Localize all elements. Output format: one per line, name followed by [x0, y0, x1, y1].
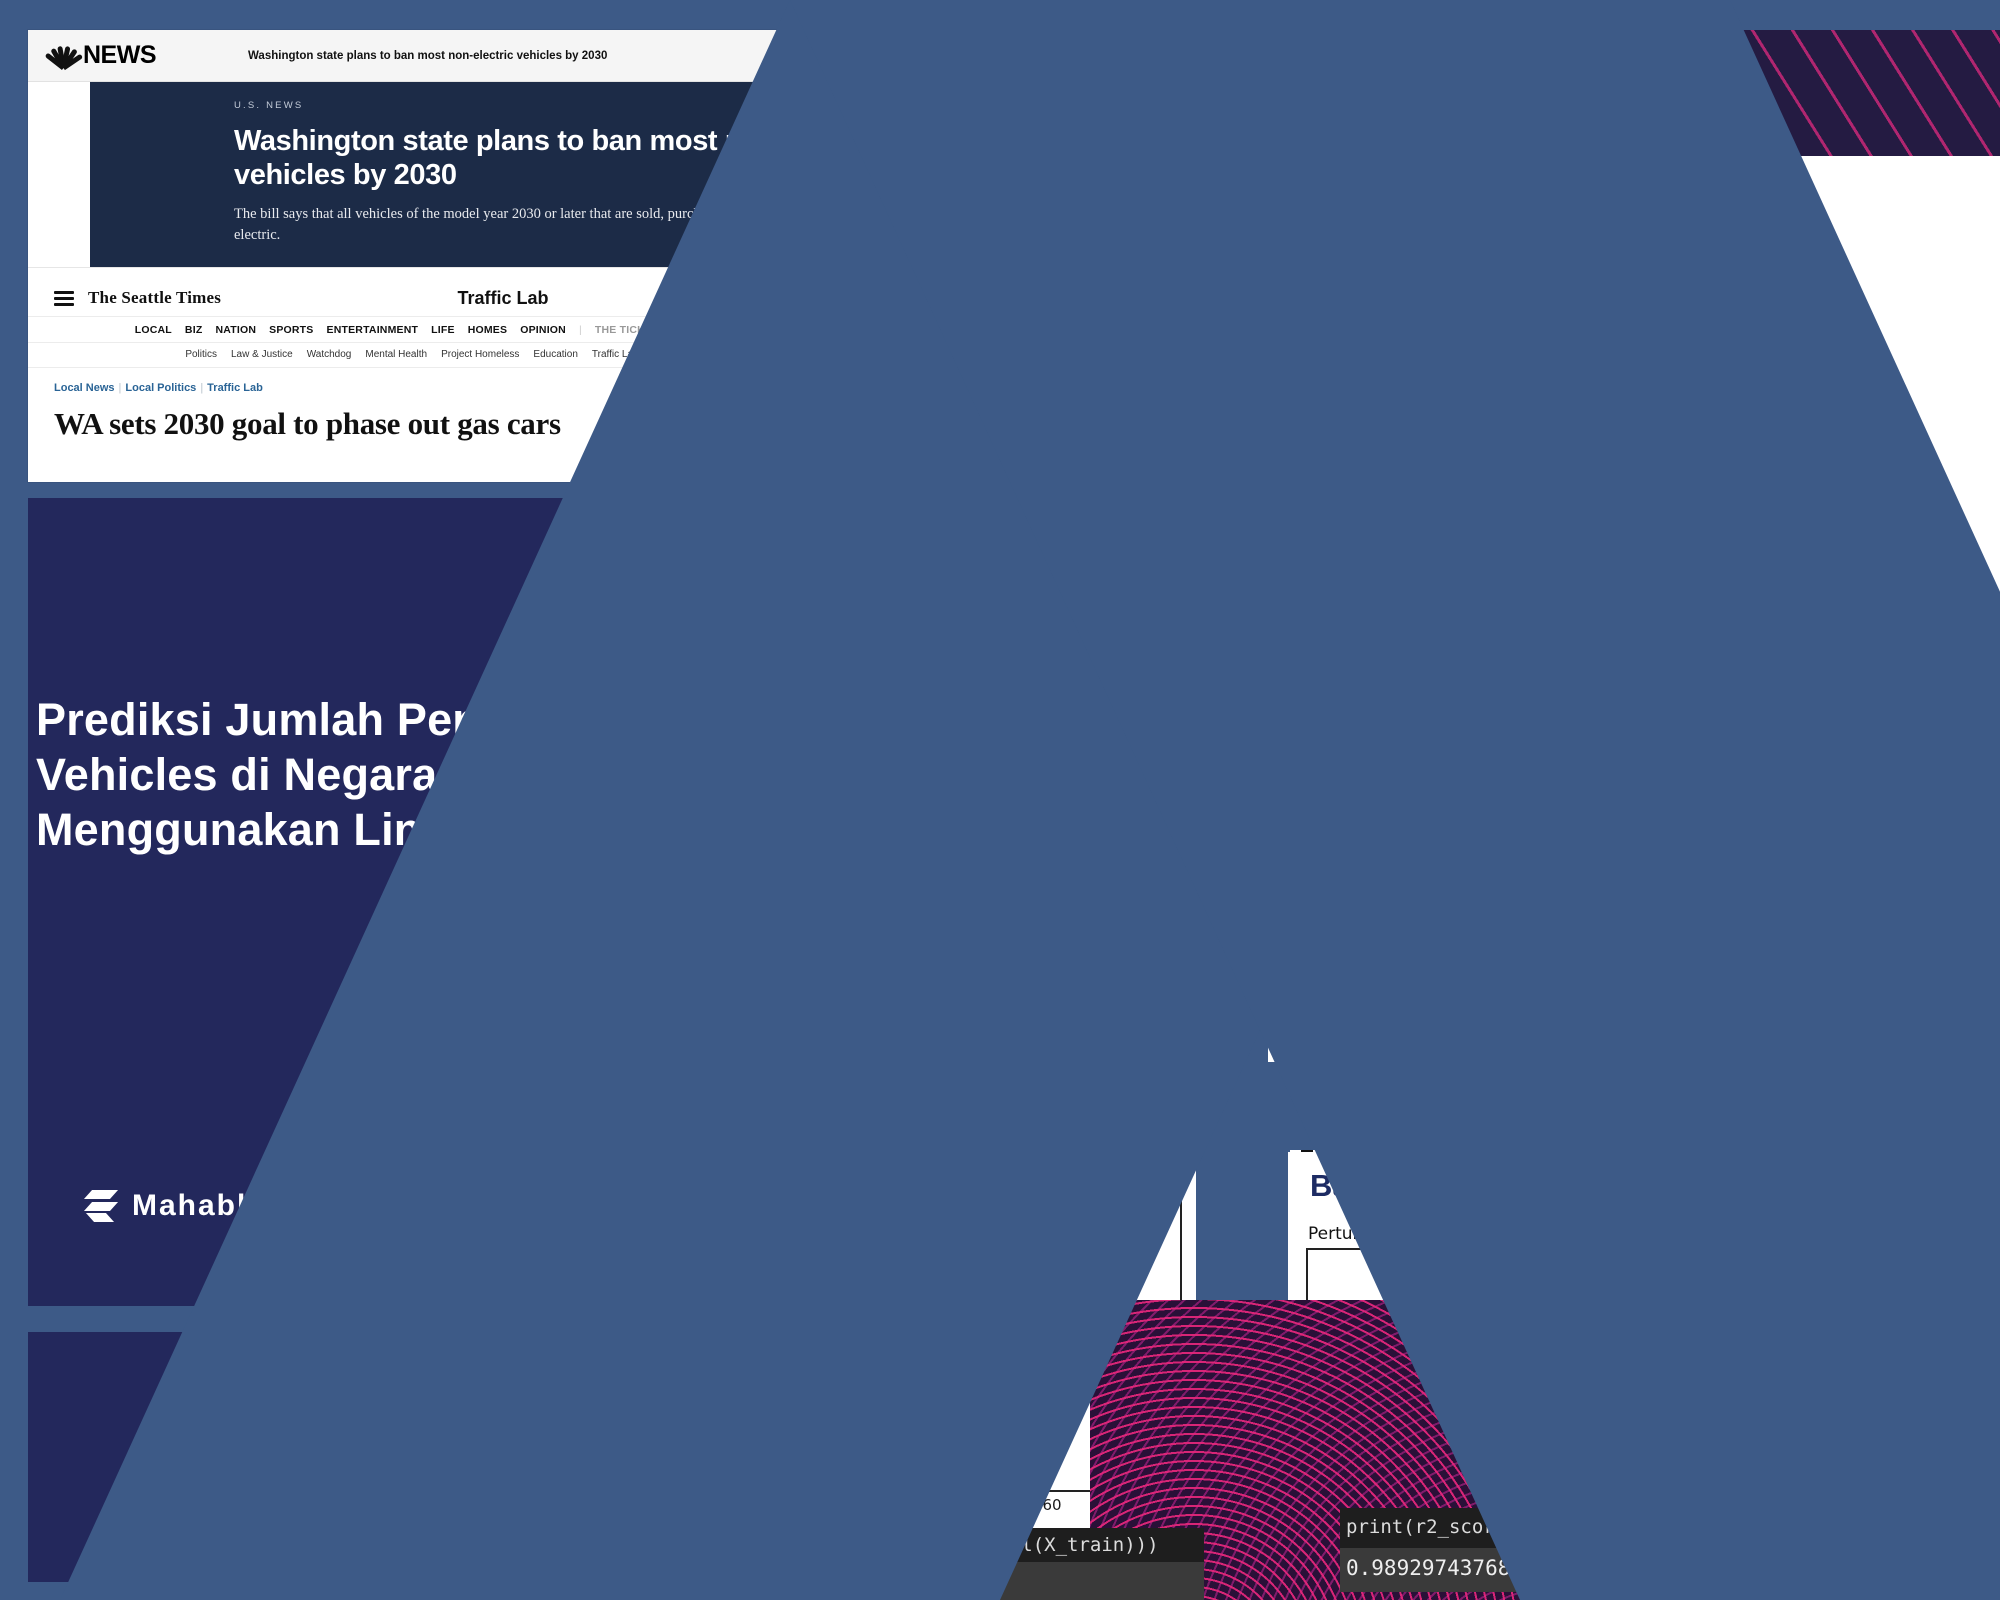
bar-51	[1695, 1264, 1703, 1536]
boxplot-row-3	[1570, 520, 2000, 620]
bar-48	[1673, 1269, 1680, 1536]
bar-45	[1650, 1275, 1657, 1536]
scatter-point	[1086, 1196, 1098, 1208]
bar-42	[1627, 1281, 1635, 1536]
nose	[1054, 266, 1080, 310]
nbc-peacock-icon	[44, 44, 84, 70]
portrait-photo	[896, 90, 1246, 440]
bar-41	[1620, 1284, 1627, 1536]
xtick-40: 40	[946, 1496, 966, 1514]
nbc-brand-label: NEWS	[83, 41, 157, 69]
nav-the-ticket[interactable]: THE TICKET	[595, 324, 659, 336]
scatter-point	[1134, 1154, 1146, 1166]
nav-explore[interactable]: EXPLORE	[714, 324, 766, 336]
xtick-2: 102	[1640, 918, 1684, 950]
glasses-icon	[972, 218, 1170, 262]
breadcrumb-divider: |	[118, 382, 122, 395]
xtick-50: 50	[994, 1496, 1014, 1514]
breadcrumb-local-politics[interactable]: Local Politics	[125, 382, 196, 394]
nbc-sticky-headline: Washington state plans to ban most non-e…	[248, 49, 608, 62]
xtick-5: 105	[1910, 918, 1954, 950]
bar-43	[1635, 1279, 1642, 1536]
nav-entertainment[interactable]: ENTERTAINMENT	[326, 324, 418, 336]
scatter-point	[1012, 1266, 1024, 1278]
scatter-point	[1122, 1168, 1134, 1180]
subnav-eastside[interactable]: Eastside	[653, 349, 691, 360]
seattle-times-masthead[interactable]: The Seattle Times	[88, 288, 221, 308]
nav-local[interactable]: LOCAL	[135, 324, 172, 336]
subnav-politics[interactable]: Politics	[185, 349, 217, 360]
bar-chart-inner-title: Pertumbuhan Persen Kendaraan Listrik	[1308, 1224, 1639, 1244]
scatter-point	[1074, 1206, 1086, 1218]
nav-nation[interactable]: NATION	[215, 324, 256, 336]
bar-46	[1657, 1272, 1665, 1536]
xtick-3: 103	[1730, 918, 1774, 950]
nbc-logo[interactable]: NEWS	[44, 41, 220, 70]
title-line-1: Prediksi Jumlah Pengguna Electric	[36, 694, 793, 745]
scatter-point	[1098, 1188, 1110, 1200]
scatter-point	[1022, 1256, 1034, 1268]
boxplot-chart: 101 102 103 104 105	[1550, 176, 2000, 992]
breadcrumb-divider: |	[200, 382, 204, 395]
subnav-education[interactable]: Education	[533, 349, 577, 360]
bar-slide-title: Bar Chart "Pertumbuhan Persentase EV"	[1310, 1168, 1914, 1203]
subnav-traffic-lab[interactable]: Traffic Lab	[592, 349, 639, 360]
boxplot-row-2	[1570, 382, 2000, 482]
scatter-point	[1062, 1216, 1074, 1228]
bar-50	[1688, 1265, 1695, 1536]
xtick-60: 60	[1042, 1496, 1062, 1514]
quote-attribution: ngton	[1342, 550, 1448, 592]
slide-canvas: NEWS Washington state plans to ban most …	[0, 0, 2000, 1600]
nav-biz[interactable]: BIZ	[185, 324, 203, 336]
bar-49	[1680, 1267, 1688, 1536]
subnav-project-homeless[interactable]: Project Homeless	[441, 349, 519, 360]
scatter-point	[982, 1298, 994, 1310]
scatter-point	[1052, 1224, 1064, 1236]
nav-sports[interactable]: SPORTS	[269, 324, 313, 336]
subnav-mental-health[interactable]: Mental Health	[365, 349, 427, 360]
bar-40	[1612, 1286, 1620, 1536]
scatter-point	[1032, 1246, 1044, 1258]
boxplot-row-1	[1570, 216, 2000, 316]
nav-jobs[interactable]: JOBS	[672, 324, 701, 336]
quote-and-boxplot-slide: "Transport source of There i chang tran …	[1268, 30, 2000, 1062]
code-output-right: 0.9892974376889521	[1340, 1548, 2000, 1592]
boxplot-orphan-line	[1862, 692, 1865, 820]
scatter-point	[992, 1288, 1004, 1300]
subnav-environment[interactable]: Environment	[705, 349, 761, 360]
breadcrumb-traffic-lab[interactable]: Traffic Lab	[207, 382, 263, 394]
scatter-point	[1002, 1276, 1014, 1288]
subnav-law-justice[interactable]: Law & Justice	[231, 349, 293, 360]
boxplot-x-ticks	[1570, 876, 2000, 918]
bar-47	[1665, 1271, 1672, 1536]
scatter-point	[1110, 1178, 1122, 1190]
brand-label: Mahabharata	[132, 1189, 340, 1222]
bar-44	[1642, 1277, 1650, 1536]
nav-opinion[interactable]: OPINION	[520, 324, 566, 336]
title-line-3: Menggunakan Linear Regression	[36, 803, 750, 855]
code-line-left: _train, model(X_train)))	[884, 1534, 1159, 1556]
flutter-logo-icon	[83, 1188, 119, 1224]
breadcrumb-local-news[interactable]: Local News	[54, 382, 115, 394]
xtick-1: 101	[1550, 918, 1594, 950]
brand-block: Mahabharata	[83, 1188, 340, 1224]
nav-life[interactable]: LIFE	[431, 324, 455, 336]
boxplot-x-tick-labels: 101 102 103 104 105	[1550, 918, 2000, 958]
presentation-title: Prediksi Jumlah Pengguna Electric Vehicl…	[36, 693, 1050, 858]
title-slide: Prediksi Jumlah Pengguna Electric Vehicl…	[28, 498, 1050, 1306]
code-cell-right: print(r2_score(y_test, mo	[1340, 1508, 2000, 1552]
seattle-times-section-title: Traffic Lab	[457, 287, 549, 308]
scatter-point	[1042, 1234, 1054, 1246]
nav-homes[interactable]: HOMES	[468, 324, 508, 336]
subnav-watchdog[interactable]: Watchdog	[307, 349, 352, 360]
code-output-left: 4295	[880, 1562, 1204, 1600]
xtick-4: 104	[1820, 918, 1864, 950]
nav-divider: |	[578, 324, 582, 337]
title-line-2: Vehicles di Negara Bagian Washington	[36, 748, 872, 800]
hamburger-icon[interactable]	[54, 290, 74, 306]
quote-attribution-2: Co	[1378, 760, 1437, 809]
